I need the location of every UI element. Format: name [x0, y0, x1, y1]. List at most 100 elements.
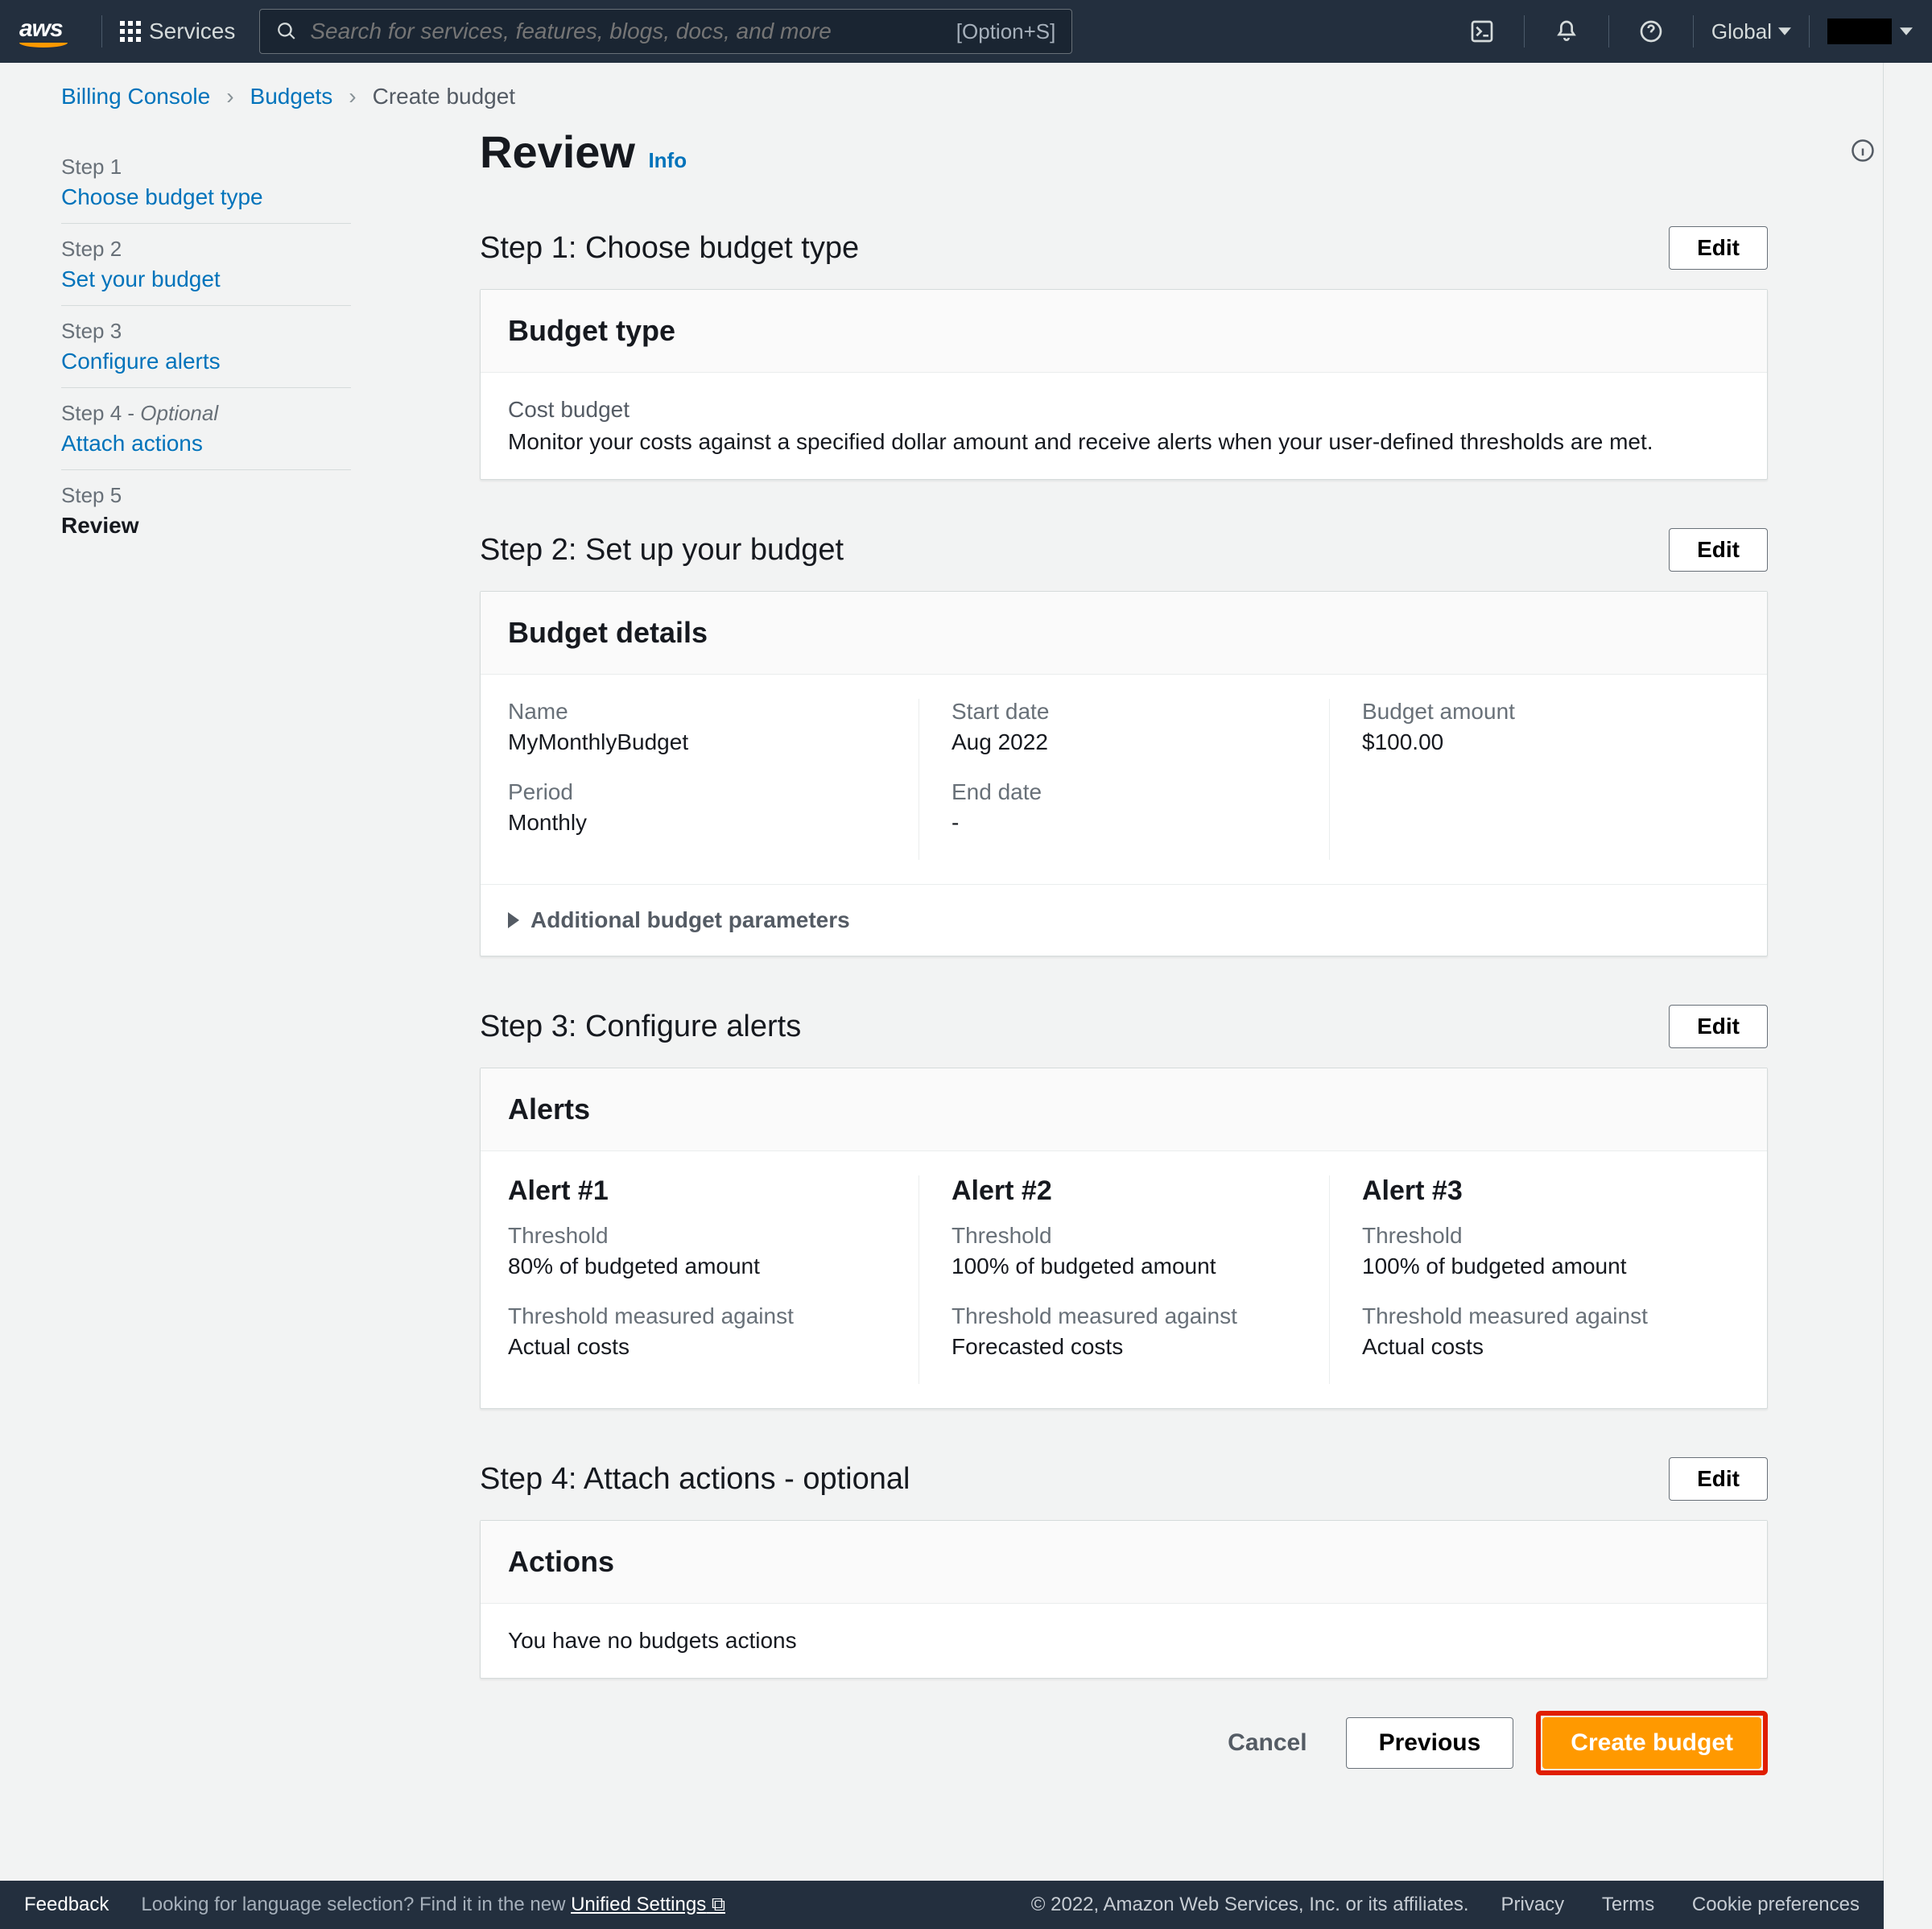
alert-title: Alert #1: [508, 1175, 894, 1207]
alert-2: Alert #2 Threshold 100% of budgeted amou…: [919, 1175, 1329, 1384]
step-number: Step 3: [61, 319, 351, 344]
search-shortcut: [Option+S]: [956, 19, 1056, 44]
nav-divider: [1809, 15, 1810, 48]
services-label: Services: [149, 19, 235, 44]
aws-logo[interactable]: aws: [19, 15, 68, 48]
cookie-prefs-link[interactable]: Cookie preferences: [1692, 1894, 1860, 1915]
cancel-button[interactable]: Cancel: [1212, 1718, 1323, 1768]
language-hint: Looking for language selection? Find it …: [141, 1894, 725, 1916]
chevron-right-icon: ›: [349, 84, 356, 109]
field-label: Start date: [952, 699, 1305, 725]
edit-step1-button[interactable]: Edit: [1669, 226, 1768, 270]
privacy-link[interactable]: Privacy: [1501, 1894, 1565, 1915]
terms-link[interactable]: Terms: [1602, 1894, 1654, 1915]
step-title: Attach actions: [61, 431, 351, 456]
grid-icon: [120, 21, 141, 42]
step-title: Review: [61, 513, 351, 539]
nav-divider: [1608, 15, 1609, 48]
panel-title: Alerts: [508, 1093, 1740, 1126]
edit-step3-button[interactable]: Edit: [1669, 1005, 1768, 1048]
step-number: Step 5: [61, 483, 351, 508]
create-budget-button[interactable]: Create budget: [1542, 1717, 1761, 1769]
section-heading: Step 2: Set up your budget: [480, 533, 844, 568]
nav-divider: [1524, 15, 1525, 48]
breadcrumb-budgets[interactable]: Budgets: [250, 84, 333, 109]
step-title: Configure alerts: [61, 349, 351, 374]
field-label: Threshold measured against: [1362, 1303, 1715, 1329]
field-label: Threshold: [952, 1223, 1305, 1249]
breadcrumb-billing[interactable]: Billing Console: [61, 84, 210, 109]
chevron-down-icon: [1900, 25, 1913, 38]
expander-label: Additional budget parameters: [530, 907, 850, 933]
panel-title: Budget type: [508, 314, 1740, 348]
alert-3: Alert #3 Threshold 100% of budgeted amou…: [1329, 1175, 1740, 1384]
step-nav-3[interactable]: Step 3 Configure alerts: [61, 306, 351, 388]
account-menu[interactable]: [1827, 19, 1913, 44]
wizard-footer-buttons: Cancel Previous Create budget: [480, 1679, 1768, 1783]
step-nav-4[interactable]: Step 4 - Optional Attach actions: [61, 388, 351, 470]
review-step4: Step 4: Attach actions - optional Edit A…: [480, 1457, 1768, 1679]
field-value: Actual costs: [1362, 1334, 1715, 1360]
section-heading: Step 3: Configure alerts: [480, 1010, 801, 1044]
step-title: Set your budget: [61, 266, 351, 292]
field-value: -: [952, 810, 1305, 836]
alert-1: Alert #1 Threshold 80% of budgeted amoun…: [508, 1175, 919, 1384]
notifications-icon[interactable]: [1542, 19, 1591, 44]
edit-step2-button[interactable]: Edit: [1669, 528, 1768, 572]
step-nav-1[interactable]: Step 1 Choose budget type: [61, 142, 351, 224]
nav-divider: [1693, 15, 1694, 48]
cloudshell-icon[interactable]: [1458, 19, 1506, 44]
field-label: Threshold: [508, 1223, 894, 1249]
alert-title: Alert #2: [952, 1175, 1305, 1207]
page-title: Review: [480, 126, 635, 178]
step-title: Choose budget type: [61, 184, 351, 210]
info-link[interactable]: Info: [648, 148, 687, 172]
copyright: © 2022, Amazon Web Services, Inc. or its…: [1031, 1894, 1469, 1916]
field-value: Aug 2022: [952, 729, 1305, 755]
breadcrumb-current: Create budget: [373, 84, 515, 109]
region-label: Global: [1711, 19, 1772, 44]
additional-params-expander[interactable]: Additional budget parameters: [481, 884, 1767, 956]
field-value: Forecasted costs: [952, 1334, 1305, 1360]
create-budget-highlight: Create budget: [1536, 1711, 1768, 1775]
field-label: Period: [508, 779, 894, 805]
info-panel-toggle[interactable]: [1851, 138, 1875, 167]
alert-title: Alert #3: [1362, 1175, 1715, 1207]
nav-divider: [101, 15, 102, 48]
region-selector[interactable]: Global: [1711, 19, 1791, 44]
field-value: 80% of budgeted amount: [508, 1254, 894, 1279]
top-nav: aws Services [Option+S] Global: [0, 0, 1932, 63]
review-step1: Step 1: Choose budget type Edit Budget t…: [480, 226, 1768, 480]
field-value: 100% of budgeted amount: [1362, 1254, 1715, 1279]
feedback-link[interactable]: Feedback: [24, 1894, 109, 1916]
step-nav-2[interactable]: Step 2 Set your budget: [61, 224, 351, 306]
help-icon[interactable]: [1627, 19, 1675, 44]
field-value: $100.00: [1362, 729, 1715, 755]
field-value: Actual costs: [508, 1334, 894, 1360]
review-step2: Step 2: Set up your budget Edit Budget d…: [480, 528, 1768, 956]
edit-step4-button[interactable]: Edit: [1669, 1457, 1768, 1501]
field-label: Threshold measured against: [508, 1303, 894, 1329]
field-value: Monthly: [508, 810, 894, 836]
panel-title: Budget details: [508, 616, 1740, 650]
actions-empty: You have no budgets actions: [508, 1628, 1740, 1654]
services-menu[interactable]: Services: [120, 19, 235, 44]
section-heading: Step 1: Choose budget type: [480, 231, 859, 266]
step-number: Step 2: [61, 237, 351, 262]
search-icon: [276, 21, 297, 42]
step-number: Step 4 - Optional: [61, 401, 351, 426]
page-footer: Feedback Looking for language selection?…: [0, 1881, 1884, 1929]
global-search[interactable]: [Option+S]: [259, 9, 1072, 54]
account-name-redacted: [1827, 19, 1892, 44]
caret-right-icon: [508, 912, 519, 928]
search-input[interactable]: [310, 19, 956, 44]
chevron-right-icon: ›: [226, 84, 233, 109]
breadcrumb: Billing Console › Budgets › Create budge…: [0, 63, 1883, 118]
field-value: 100% of budgeted amount: [952, 1254, 1305, 1279]
budget-type-name: Cost budget: [508, 397, 1740, 423]
unified-settings-link[interactable]: Unified Settings ⧉: [571, 1894, 725, 1915]
panel-title: Actions: [508, 1545, 1740, 1579]
field-label: Threshold measured against: [952, 1303, 1305, 1329]
previous-button[interactable]: Previous: [1346, 1717, 1514, 1769]
wizard-steps-nav: Step 1 Choose budget type Step 2 Set you…: [61, 118, 383, 1815]
